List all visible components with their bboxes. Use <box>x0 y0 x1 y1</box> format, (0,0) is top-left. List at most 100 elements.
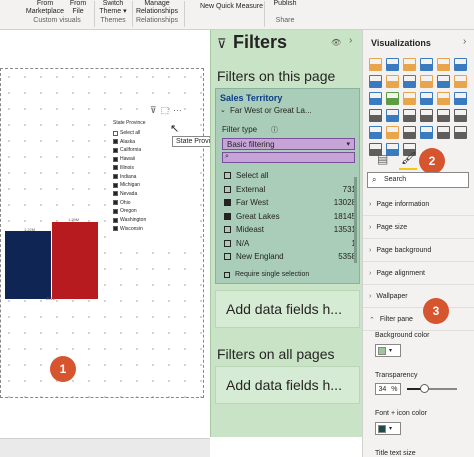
visual-type-icon[interactable] <box>386 58 399 71</box>
focus-mode-icon[interactable]: ⬚ <box>161 105 170 116</box>
checkbox[interactable] <box>224 172 231 179</box>
checkbox[interactable] <box>113 226 118 232</box>
checkbox[interactable] <box>113 156 118 162</box>
collapse-chevron-icon[interactable]: › <box>463 36 466 47</box>
visual-type-icon[interactable] <box>403 109 416 122</box>
visual-type-icon[interactable] <box>369 58 382 71</box>
visual-type-icon[interactable] <box>386 126 399 139</box>
visual-type-icon[interactable] <box>403 75 416 88</box>
slider-thumb[interactable] <box>420 384 429 393</box>
slicer-item[interactable]: Illinois <box>113 165 134 171</box>
visual-type-icon[interactable] <box>369 75 382 88</box>
visual-type-icon[interactable] <box>403 126 416 139</box>
slicer-item[interactable]: Ohio <box>113 200 131 206</box>
sales-territory-filter-card[interactable]: Sales Territory ⌄ Far West or Great La..… <box>215 88 360 284</box>
visual-type-icon[interactable] <box>420 109 433 122</box>
checkbox[interactable] <box>113 165 118 171</box>
visual-type-icon[interactable] <box>437 126 450 139</box>
publish-button[interactable]: Publish <box>268 0 302 8</box>
checkbox[interactable] <box>113 147 118 153</box>
checkbox[interactable] <box>113 217 118 223</box>
filter-value-row[interactable]: Select all <box>224 171 356 180</box>
visual-type-icon[interactable] <box>437 109 450 122</box>
require-single-selection-checkbox[interactable]: Require single selection <box>224 271 356 278</box>
from-marketplace-button[interactable]: From Marketplace <box>22 0 68 16</box>
checkbox[interactable] <box>113 191 118 197</box>
format-tab-icon[interactable]: 🖌 <box>401 151 416 165</box>
checkbox[interactable] <box>224 226 231 233</box>
checkbox[interactable] <box>113 200 118 206</box>
visual-type-icon[interactable] <box>420 92 433 105</box>
more-options-icon[interactable]: ··· <box>173 105 182 116</box>
slicer-item[interactable]: Wisconsin <box>113 226 143 232</box>
visual-type-icon[interactable] <box>437 75 450 88</box>
filter-value-row[interactable]: Far West 13028 <box>224 198 356 207</box>
slicer-item[interactable]: Michigan <box>113 182 140 188</box>
add-data-fields-all-pages-drop-zone[interactable]: Add data fields h... <box>215 366 360 404</box>
visual-type-icon[interactable] <box>420 58 433 71</box>
visual-type-icon[interactable] <box>369 92 382 105</box>
visual-type-icon[interactable] <box>420 75 433 88</box>
format-section-filter-pane[interactable]: ⌃ Filter pane <box>363 309 474 331</box>
transparency-slider[interactable] <box>407 384 457 393</box>
checkbox[interactable] <box>113 130 118 136</box>
visual-type-icon[interactable] <box>454 126 467 139</box>
checkbox[interactable] <box>224 212 231 220</box>
checkbox[interactable] <box>224 185 231 193</box>
filter-type-dropdown[interactable]: Basic filtering ▾ <box>222 138 355 150</box>
visual-type-icon[interactable] <box>437 58 450 71</box>
switch-theme-button[interactable]: Switch Theme ▾ <box>96 0 130 16</box>
visual-type-icon[interactable] <box>454 75 467 88</box>
checkbox[interactable] <box>113 182 118 188</box>
transparency-input[interactable]: 34 % <box>375 383 401 395</box>
filter-value-row[interactable]: New England 5358 <box>224 252 356 261</box>
filter-value-row[interactable]: Great Lakes 18145 <box>224 212 356 221</box>
checkbox[interactable] <box>224 199 231 206</box>
checkbox[interactable] <box>224 253 231 260</box>
from-file-button[interactable]: From File <box>66 0 90 16</box>
visual-type-icon[interactable] <box>369 126 382 139</box>
visual-type-icon[interactable] <box>420 126 433 139</box>
slicer-item[interactable]: Washington <box>113 217 146 223</box>
font-icon-color-picker[interactable]: ▾ <box>375 422 401 435</box>
fields-tab-icon[interactable]: ▤ <box>377 152 388 166</box>
format-search-input[interactable]: ⌕ Search <box>367 172 469 188</box>
visual-type-icon[interactable] <box>437 92 450 105</box>
visual-type-icon[interactable] <box>403 92 416 105</box>
format-section-page-size[interactable]: › Page size <box>363 217 474 239</box>
visibility-eye-icon[interactable]: 👁 <box>331 38 341 47</box>
checkbox[interactable] <box>224 271 230 278</box>
new-quick-measure-button[interactable]: New Quick Measure <box>190 3 266 11</box>
checkbox[interactable] <box>224 239 231 247</box>
format-section-wallpaper[interactable]: › Wallpaper <box>363 286 474 308</box>
filter-search-input[interactable]: ⌕ <box>222 152 355 163</box>
visual-type-icon[interactable] <box>403 58 416 71</box>
filter-value-row[interactable]: N/A1 <box>224 239 356 248</box>
slicer-item[interactable]: Oregon <box>113 208 137 214</box>
bar-2016-red[interactable] <box>52 222 98 299</box>
slicer-item[interactable]: Select all <box>113 130 140 136</box>
visual-type-icon[interactable] <box>386 75 399 88</box>
add-data-fields-drop-zone[interactable]: Add data fields h... <box>215 290 360 328</box>
slicer-item[interactable]: Alaska <box>113 139 135 145</box>
slicer-item[interactable]: Nevada <box>113 191 137 197</box>
visual-type-icon[interactable] <box>454 92 467 105</box>
visual-type-icon[interactable] <box>454 109 467 122</box>
slicer-item[interactable]: California <box>113 147 141 153</box>
visual-type-icon[interactable] <box>386 109 399 122</box>
collapse-chevron-icon[interactable]: › <box>349 35 352 46</box>
checkbox[interactable] <box>113 208 118 214</box>
format-section-page-information[interactable]: › Page information <box>363 194 474 216</box>
checkbox[interactable] <box>113 174 118 179</box>
manage-relationships-button[interactable]: Manage Relationships <box>132 0 182 16</box>
expand-chevron-icon[interactable]: ⌄ <box>220 106 226 114</box>
filter-icon[interactable]: ⊽ <box>150 105 157 116</box>
background-color-picker[interactable]: ▾ <box>375 344 401 357</box>
visual-type-icon[interactable] <box>386 92 399 105</box>
bar-2016-blue[interactable] <box>5 231 51 299</box>
slicer-item[interactable]: Indiana <box>113 174 136 180</box>
format-section-page-alignment[interactable]: › Page alignment <box>363 263 474 285</box>
filter-value-row[interactable]: External 731 <box>224 185 356 194</box>
format-section-page-background[interactable]: › Page background <box>363 240 474 262</box>
filter-value-row[interactable]: Mideast 13531 <box>224 225 356 234</box>
